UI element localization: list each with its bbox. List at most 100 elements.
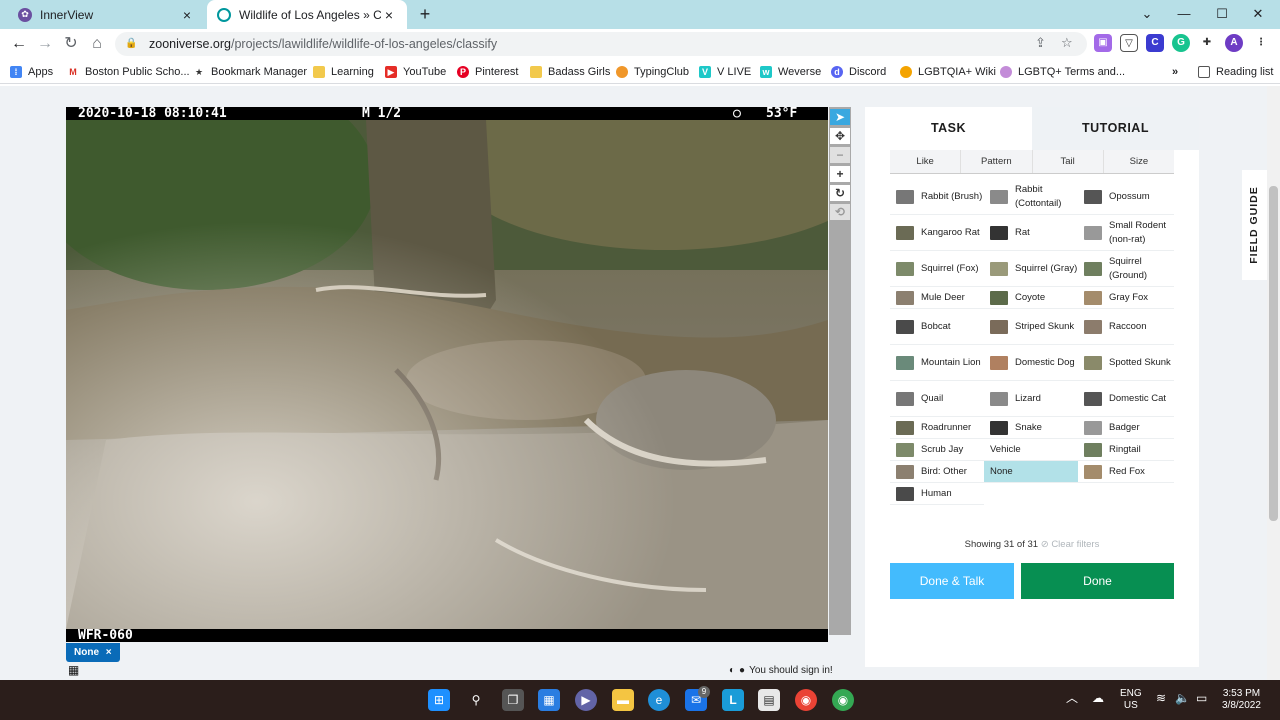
choice-domestic-dog[interactable]: Domestic Dog bbox=[984, 345, 1078, 381]
choice-squirrel-fox[interactable]: Squirrel (Fox) bbox=[890, 251, 984, 287]
choice-raccoon[interactable]: Raccoon bbox=[1078, 309, 1174, 345]
tab-task[interactable]: TASK bbox=[865, 107, 1032, 150]
file-explorer-icon[interactable]: ▬ bbox=[612, 689, 634, 711]
choice-mule-deer[interactable]: Mule Deer bbox=[890, 287, 984, 309]
home-icon[interactable]: ⌂ bbox=[86, 33, 108, 55]
language-indicator[interactable]: ENG US bbox=[1120, 688, 1142, 712]
choice-rabbit-brush[interactable]: Rabbit (Brush) bbox=[890, 179, 984, 215]
choice-vehicle[interactable]: Vehicle bbox=[984, 439, 1078, 461]
extension-twitch-icon[interactable]: ▣ bbox=[1094, 34, 1112, 52]
tab-tutorial[interactable]: TUTORIAL bbox=[1032, 107, 1199, 150]
chrome-menu-icon[interactable]: ⋮ bbox=[1252, 34, 1270, 52]
choice-quail[interactable]: Quail bbox=[890, 381, 984, 417]
back-icon[interactable]: ← bbox=[8, 33, 30, 55]
task-view-icon[interactable]: ❐ bbox=[502, 689, 524, 711]
choice-gray-fox[interactable]: Gray Fox bbox=[1078, 287, 1174, 309]
clock[interactable]: 3:53 PM 3/8/2022 bbox=[1222, 688, 1261, 712]
choice-lizard[interactable]: Lizard bbox=[984, 381, 1078, 417]
bookmarks-overflow-icon[interactable]: » bbox=[1172, 63, 1178, 80]
done-and-talk-button[interactable]: Done & Talk bbox=[890, 563, 1014, 599]
wifi-icon[interactable]: ≋ bbox=[1156, 692, 1166, 704]
choice-striped-skunk[interactable]: Striped Skunk bbox=[984, 309, 1078, 345]
bookmark-discord[interactable]: d Discord bbox=[831, 63, 886, 80]
maximize-icon[interactable]: ☐ bbox=[1210, 3, 1234, 25]
choice-coyote[interactable]: Coyote bbox=[984, 287, 1078, 309]
extension-grammarly-icon[interactable]: G bbox=[1172, 34, 1190, 52]
choice-squirrel-gray[interactable]: Squirrel (Gray) bbox=[984, 251, 1078, 287]
minimize-icon[interactable]: — bbox=[1172, 3, 1196, 25]
subject-tag-chip[interactable]: None × bbox=[66, 643, 120, 662]
bookmark-learning[interactable]: Learning bbox=[313, 63, 374, 80]
profile-avatar[interactable]: A bbox=[1225, 34, 1243, 52]
bookmark-apps[interactable]: ⁞ Apps bbox=[10, 63, 53, 80]
choice-scrub-jay[interactable]: Scrub Jay bbox=[890, 439, 984, 461]
teams-chat-icon[interactable]: ▶ bbox=[575, 689, 597, 711]
extension-c-icon[interactable]: C bbox=[1146, 34, 1164, 52]
choice-rabbit-cottontail[interactable]: Rabbit (Cottontail) bbox=[984, 179, 1078, 215]
clear-filters-button[interactable]: ⊘ Clear filters bbox=[1041, 539, 1100, 550]
bookmark-star-icon[interactable]: ☆ bbox=[1061, 35, 1073, 51]
choice-rat[interactable]: Rat bbox=[984, 215, 1078, 251]
bookmark-lgbtqia-wiki[interactable]: LGBTQIA+ Wiki bbox=[900, 63, 996, 80]
bookmark-badass-girls[interactable]: Badass Girls bbox=[530, 63, 610, 80]
tab-wildlife-classify[interactable]: Wildlife of Los Angeles » Classify × bbox=[207, 0, 407, 29]
bookmark-youtube[interactable]: ▶ YouTube bbox=[385, 63, 446, 80]
choice-domestic-cat[interactable]: Domestic Cat bbox=[1078, 381, 1174, 417]
choice-small-rodent-non-rat[interactable]: Small Rodent (non-rat) bbox=[1078, 215, 1174, 251]
choice-spotted-skunk[interactable]: Spotted Skunk bbox=[1078, 345, 1174, 381]
learning-app-icon[interactable]: L bbox=[722, 689, 744, 711]
filter-like[interactable]: Like bbox=[890, 150, 962, 173]
zoom-in-icon[interactable]: + bbox=[830, 166, 850, 182]
choice-bird-other[interactable]: Bird: Other bbox=[890, 461, 984, 483]
bookmark-vlive[interactable]: V V LIVE bbox=[699, 63, 751, 80]
info-icon[interactable]: ● bbox=[739, 665, 745, 676]
forward-icon[interactable]: → bbox=[34, 33, 56, 55]
frame-grid-icon[interactable]: ▦ bbox=[68, 664, 79, 676]
bookmark-weverse[interactable]: w Weverse bbox=[760, 63, 821, 80]
filter-tail[interactable]: Tail bbox=[1033, 150, 1104, 173]
choice-none[interactable]: None bbox=[984, 461, 1078, 483]
widgets-icon[interactable]: ▦ bbox=[538, 689, 560, 711]
show-hidden-icons-icon[interactable]: ︿ bbox=[1066, 692, 1078, 704]
volume-icon[interactable]: 🔈 bbox=[1175, 692, 1190, 704]
choice-mountain-lion[interactable]: Mountain Lion bbox=[890, 345, 984, 381]
chrome-icon[interactable]: ◉ bbox=[795, 689, 817, 711]
filter-pattern[interactable]: Pattern bbox=[961, 150, 1033, 173]
close-window-icon[interactable]: ✕ bbox=[1246, 3, 1270, 25]
field-guide-tab[interactable]: FIELD GUIDE bbox=[1242, 170, 1267, 280]
start-windows-icon[interactable]: ⊞ bbox=[428, 689, 450, 711]
bookmark-typingclub[interactable]: TypingClub bbox=[616, 63, 689, 80]
scrollbar-thumb[interactable] bbox=[1269, 186, 1278, 521]
extension-shield-icon[interactable]: ▽ bbox=[1120, 34, 1138, 52]
new-tab-icon[interactable]: + bbox=[415, 5, 435, 25]
store-icon[interactable]: ▤ bbox=[758, 689, 780, 711]
close-tab-icon[interactable]: × bbox=[381, 7, 397, 23]
filter-size[interactable]: Size bbox=[1104, 150, 1174, 173]
address-bar[interactable]: 🔒 zooniverse.org/projects/lawildlife/wil… bbox=[115, 32, 1087, 56]
contrast-icon[interactable]: ◐ bbox=[729, 665, 735, 676]
bookmark-pinterest[interactable]: P Pinterest bbox=[457, 63, 518, 80]
choice-squirrel-ground[interactable]: Squirrel (Ground) bbox=[1078, 251, 1174, 287]
subject-image[interactable]: 2020-10-18 08:10:41 M 1/2 ○ 53°F WFR-060 bbox=[66, 107, 828, 642]
bookmark-bookmark-manager[interactable]: ★ Bookmark Manager bbox=[193, 63, 307, 80]
choice-kangaroo-rat[interactable]: Kangaroo Rat bbox=[890, 215, 984, 251]
choice-red-fox[interactable]: Red Fox bbox=[1078, 461, 1174, 483]
share-icon[interactable]: ⇪ bbox=[1035, 35, 1046, 51]
battery-icon[interactable]: ▭ bbox=[1196, 692, 1207, 704]
remove-tag-icon[interactable]: × bbox=[106, 647, 112, 658]
tab-search-icon[interactable]: ⌄ bbox=[1135, 3, 1159, 25]
edge-browser-icon[interactable]: e bbox=[648, 689, 670, 711]
choice-badger[interactable]: Badger bbox=[1078, 417, 1174, 439]
done-button[interactable]: Done bbox=[1021, 563, 1174, 599]
chrome-profile-icon[interactable]: ◉ bbox=[832, 689, 854, 711]
choice-ringtail[interactable]: Ringtail bbox=[1078, 439, 1174, 461]
page-scrollbar[interactable] bbox=[1267, 86, 1280, 680]
close-tab-icon[interactable]: × bbox=[179, 7, 195, 23]
bookmark-boston-public-schools[interactable]: M Boston Public Scho... bbox=[67, 63, 190, 80]
bookmark-lgbtq-terms[interactable]: LGBTQ+ Terms and... bbox=[1000, 63, 1125, 80]
choice-snake[interactable]: Snake bbox=[984, 417, 1078, 439]
cloud-icon[interactable]: ☁ bbox=[1092, 692, 1104, 704]
zoom-out-icon[interactable]: − bbox=[830, 147, 850, 163]
tab-innerview[interactable]: ✿ InnerView × bbox=[8, 0, 205, 29]
reset-icon[interactable]: ⟲ bbox=[830, 204, 850, 220]
